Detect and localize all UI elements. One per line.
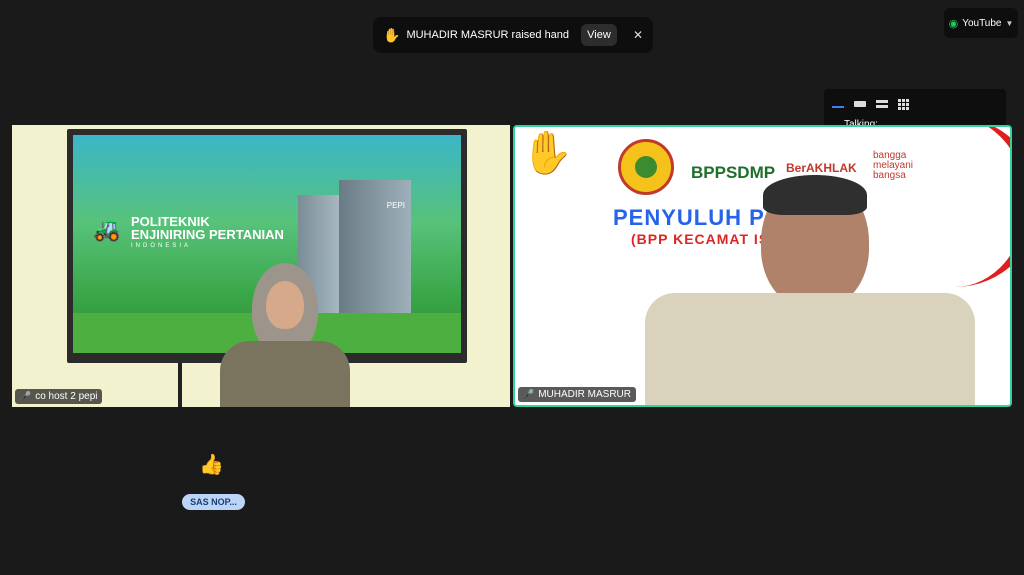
close-icon[interactable]: ✕ bbox=[633, 28, 643, 42]
participant-name-tag: 🎤 co host 2 pepi bbox=[15, 389, 103, 404]
mic-muted-icon: 🎤 bbox=[20, 391, 32, 401]
raised-hand-indicator: ✋ bbox=[521, 129, 574, 176]
youtube-live-button[interactable]: ◉ YouTube ▼ bbox=[944, 8, 1018, 38]
bppsdmp-logo: BPPSDMP bbox=[691, 163, 776, 182]
participant-name-tag: 🎤 MUHADIR MASRUR bbox=[518, 387, 636, 402]
notification-message: MUHADIR MASRUR raised hand bbox=[406, 29, 570, 41]
banner-subtitle: (BPP KECAMAT IS) bbox=[631, 231, 775, 247]
strip-view-icon[interactable] bbox=[876, 100, 888, 108]
mic-muted-icon: 🎤 bbox=[523, 389, 535, 399]
bangga-melayani-logo: bangga melayani bangsa bbox=[873, 150, 914, 181]
gallery-view-icon[interactable] bbox=[898, 98, 909, 110]
view-button[interactable]: View bbox=[581, 24, 617, 46]
speaker-view-icon[interactable] bbox=[832, 100, 844, 108]
screen-title: POLITEKNIK ENJINIRING PERTANIAN bbox=[131, 214, 284, 242]
screen-subtitle: INDONESIA bbox=[131, 243, 192, 249]
ministry-logo bbox=[618, 139, 674, 195]
thumbnail-view-icon[interactable] bbox=[854, 101, 866, 107]
youtube-label: YouTube bbox=[962, 17, 1002, 29]
chevron-down-icon: ▼ bbox=[1005, 18, 1014, 28]
video-tile-speaker[interactable]: ✋ BPPSDMP BerAKHLAK bangga melayani bang… bbox=[513, 125, 1012, 407]
video-tile-co-host[interactable]: 🚜 POLITEKNIK ENJINIRING PERTANIAN INDONE… bbox=[12, 125, 510, 407]
thumbs-up-reaction-icon: 👍 bbox=[199, 454, 224, 476]
broadcast-icon: ◉ bbox=[948, 17, 959, 30]
reaction-participant-badge[interactable]: SAS NOP... bbox=[182, 494, 245, 510]
tractor-icon: 🚜 bbox=[93, 217, 121, 242]
screen-logo: PEPI bbox=[386, 201, 405, 210]
raised-hand-notification: ✋ MUHADIR MASRUR raised hand View ✕ bbox=[373, 17, 653, 53]
raised-hand-icon: ✋ bbox=[383, 26, 401, 43]
berakhlak-logo: BerAKHLAK bbox=[786, 161, 857, 175]
decorative-swoosh bbox=[950, 127, 1010, 287]
